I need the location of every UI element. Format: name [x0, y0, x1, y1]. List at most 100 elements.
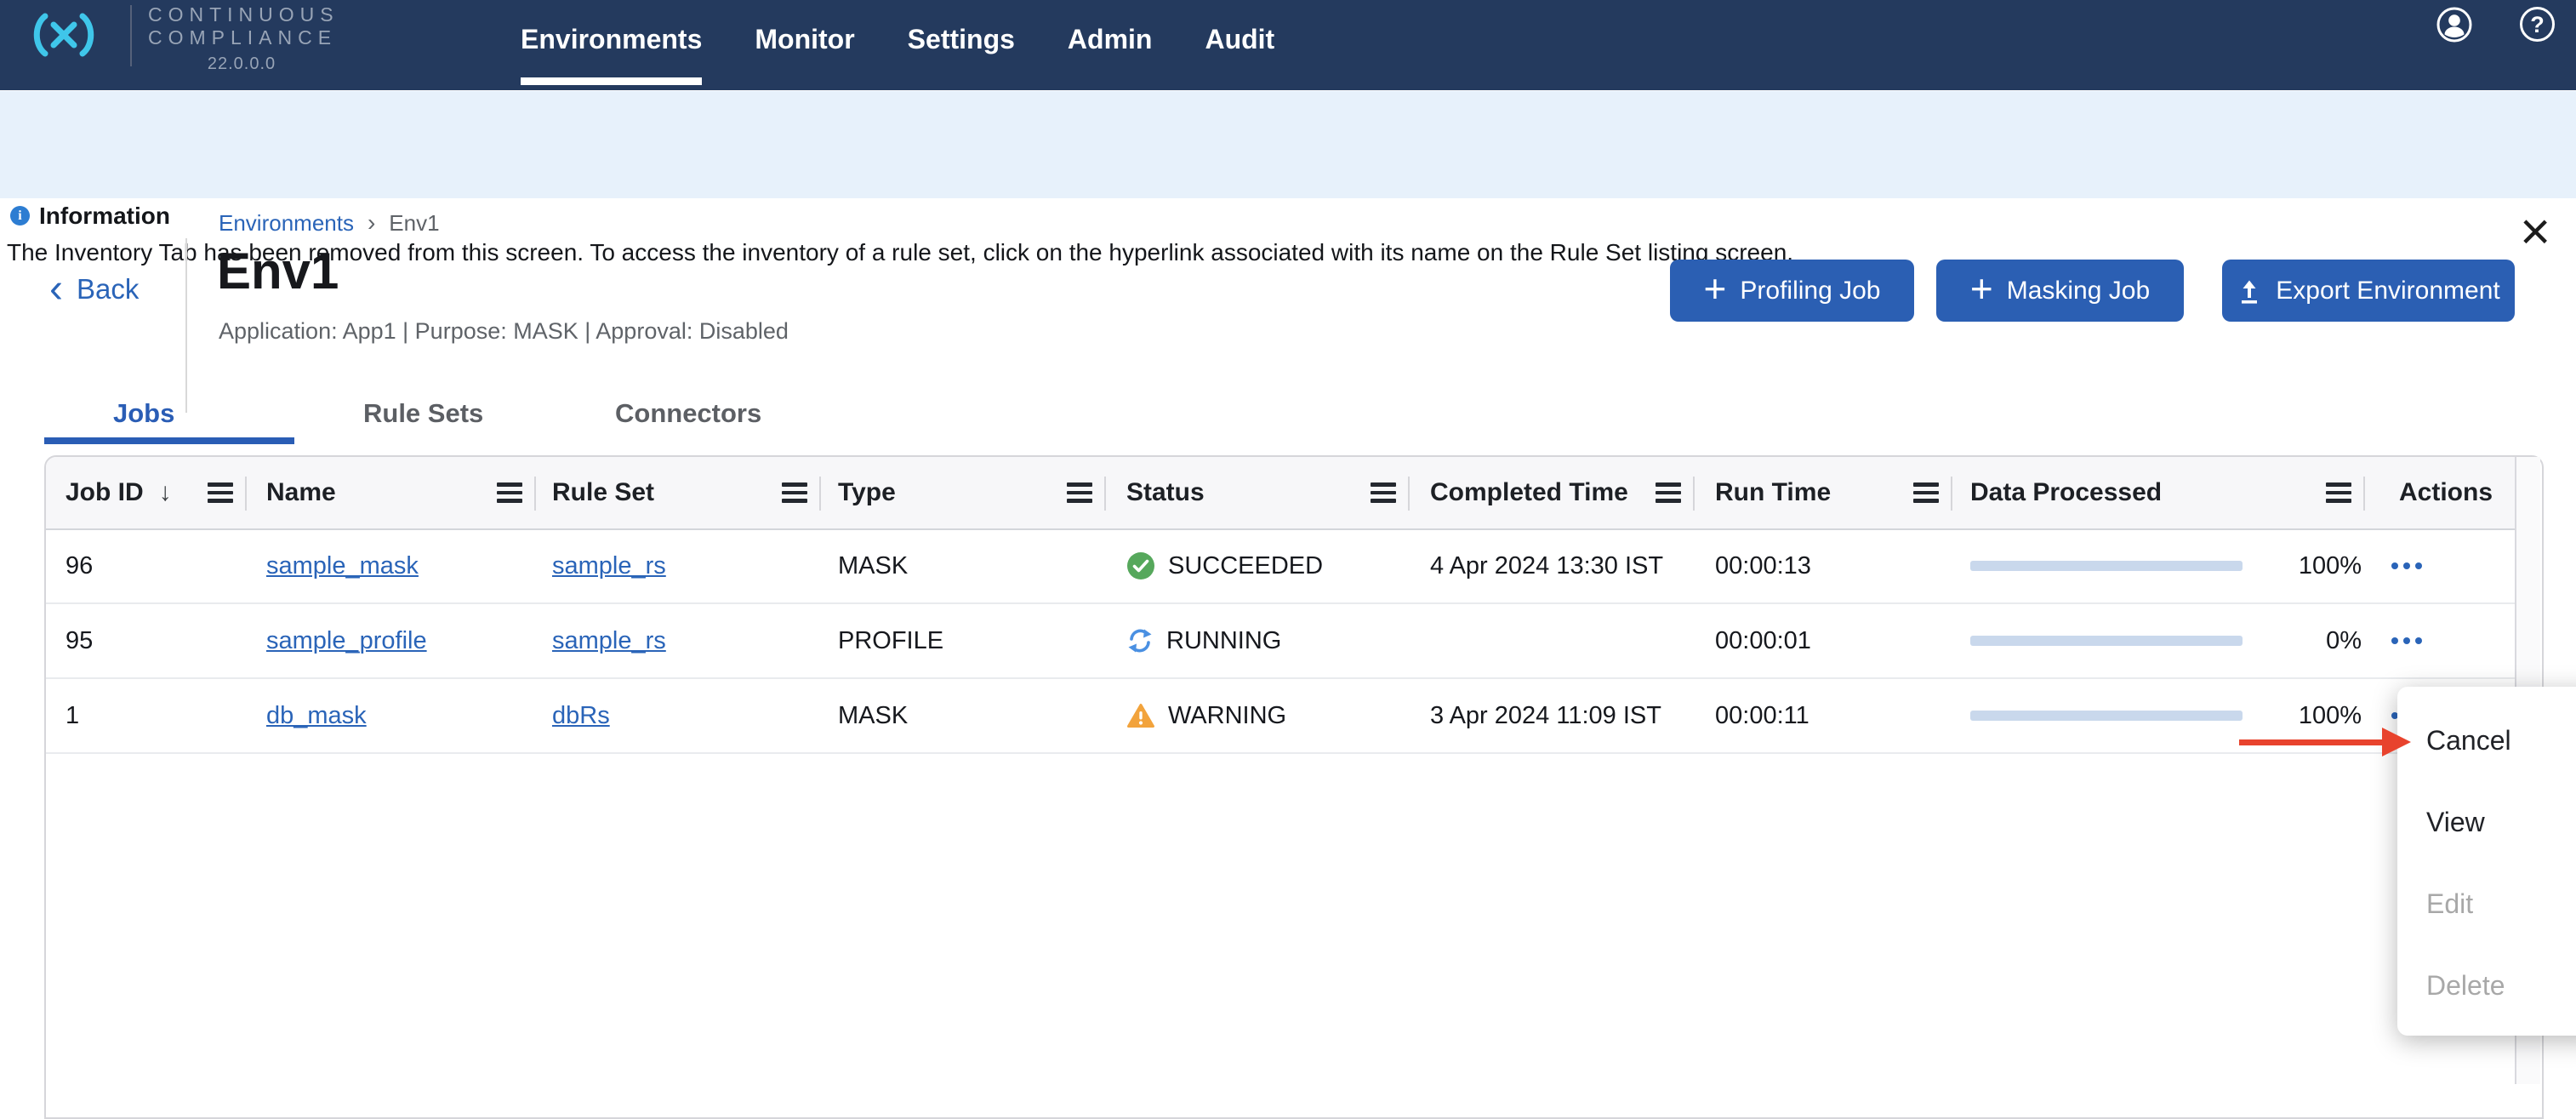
menu-item-delete: Delete — [2397, 945, 2576, 1026]
warning-triangle-icon — [1126, 703, 1155, 729]
chevron-left-icon: ‹ — [49, 271, 63, 308]
progress-bar — [1970, 561, 2243, 571]
column-header-rule-set: Rule Set — [536, 457, 821, 528]
rule-set-link[interactable]: sample_rs — [552, 552, 666, 580]
status-label: RUNNING — [1166, 627, 1281, 655]
column-header-actions: Actions — [2365, 457, 2515, 528]
row-actions-ellipsis-icon[interactable] — [2389, 637, 2425, 644]
profiling-job-button[interactable]: + Profiling Job — [1670, 260, 1914, 322]
progress-bar — [1970, 711, 2243, 721]
cell-type: PROFILE — [821, 604, 1106, 677]
cell-completed-time — [1410, 604, 1695, 677]
product-line1: CONTINUOUS — [148, 3, 335, 26]
sort-desc-icon[interactable]: ↓ — [159, 478, 172, 507]
column-menu-icon[interactable] — [782, 482, 807, 503]
column-header-status: Status — [1106, 457, 1410, 528]
cell-run-time: 00:00:11 — [1695, 679, 1952, 752]
column-header-type: Type — [821, 457, 1106, 528]
nav-admin[interactable]: Admin — [1068, 0, 1153, 90]
nav-monitor[interactable]: Monitor — [755, 0, 854, 90]
close-icon[interactable]: × — [2520, 208, 2550, 256]
masking-job-label: Masking Job — [2007, 277, 2150, 305]
product-line2: COMPLIANCE — [148, 26, 335, 49]
column-header-job-id: Job ID ↓ — [46, 457, 247, 528]
page-subtitle: Application: App1 | Purpose: MASK | Appr… — [219, 318, 789, 345]
masking-job-button[interactable]: + Masking Job — [1936, 260, 2184, 322]
table-row: 95 sample_profile sample_rs PROFILE RUNN… — [46, 604, 2515, 679]
running-sync-icon — [1126, 627, 1154, 654]
menu-item-view[interactable]: View — [2397, 781, 2576, 863]
table-header-row: Job ID ↓ Name Rule Set Type Status Compl… — [46, 457, 2515, 530]
column-menu-icon[interactable] — [1656, 482, 1681, 503]
product-name: CONTINUOUS COMPLIANCE 22.0.0.0 — [148, 3, 335, 74]
header-divider — [185, 238, 187, 413]
upload-icon — [2237, 277, 2262, 305]
chevron-right-icon: › — [368, 209, 375, 237]
column-menu-icon[interactable] — [208, 482, 233, 503]
status-label: WARNING — [1168, 702, 1286, 730]
table-row: 96 sample_mask sample_rs MASK SUCCEEDED … — [46, 529, 2515, 604]
progress-percent: 0% — [2326, 627, 2362, 655]
menu-item-edit: Edit — [2397, 863, 2576, 945]
cell-type: MASK — [821, 679, 1106, 752]
product-version: 22.0.0.0 — [148, 54, 335, 74]
user-account-icon[interactable] — [2436, 6, 2473, 48]
information-banner: i Information The Inventory Tab has been… — [0, 91, 2576, 198]
logo-x-icon[interactable] — [31, 2, 99, 72]
rule-set-link[interactable]: sample_rs — [552, 627, 666, 655]
breadcrumb: Environments › Env1 — [219, 209, 440, 237]
job-name-link[interactable]: db_mask — [266, 702, 367, 730]
cell-job-id: 96 — [46, 529, 247, 602]
column-menu-icon[interactable] — [497, 482, 522, 503]
logo-divider — [130, 5, 132, 66]
column-header-data-processed: Data Processed — [1952, 457, 2365, 528]
nav-environments[interactable]: Environments — [521, 0, 702, 90]
profiling-job-label: Profiling Job — [1740, 277, 1880, 305]
nav-audit[interactable]: Audit — [1205, 0, 1274, 90]
rule-set-link[interactable]: dbRs — [552, 702, 610, 730]
breadcrumb-current: Env1 — [389, 210, 439, 237]
annotation-arrow — [2239, 739, 2385, 745]
table-row: 1 db_mask dbRs MASK WARNING 3 Apr 2024 1… — [46, 679, 2515, 754]
column-header-run-time: Run Time — [1695, 457, 1952, 528]
column-menu-icon[interactable] — [1913, 482, 1939, 503]
banner-heading: Information — [39, 203, 170, 230]
main-nav: Environments Monitor Settings Admin Audi… — [521, 0, 1274, 90]
nav-settings[interactable]: Settings — [908, 0, 1015, 90]
cell-job-id: 1 — [46, 679, 247, 752]
export-environment-button[interactable]: Export Environment — [2222, 260, 2515, 322]
breadcrumb-environments[interactable]: Environments — [219, 210, 354, 237]
back-button[interactable]: ‹ Back — [49, 271, 139, 308]
tab-rule-sets[interactable]: Rule Sets — [363, 398, 483, 429]
job-name-link[interactable]: sample_mask — [266, 552, 419, 580]
page-title: Env1 — [217, 242, 339, 300]
status-label: SUCCEEDED — [1168, 552, 1323, 580]
job-name-link[interactable]: sample_profile — [266, 627, 427, 655]
back-label: Back — [77, 271, 139, 308]
row-actions-ellipsis-icon[interactable] — [2389, 562, 2425, 569]
tab-jobs[interactable]: Jobs — [113, 398, 174, 429]
plus-icon: + — [1704, 271, 1727, 305]
cell-run-time: 00:00:01 — [1695, 604, 1952, 677]
cell-type: MASK — [821, 529, 1106, 602]
column-menu-icon[interactable] — [1067, 482, 1092, 503]
cell-job-id: 95 — [46, 604, 247, 677]
export-environment-label: Export Environment — [2276, 277, 2499, 305]
info-icon: i — [10, 206, 30, 226]
progress-percent: 100% — [2299, 702, 2362, 730]
cell-completed-time: 4 Apr 2024 13:30 IST — [1410, 529, 1695, 602]
row-actions-context-menu: Cancel View Edit Delete — [2397, 687, 2576, 1036]
active-tab-underline — [44, 437, 294, 444]
top-bar: CONTINUOUS COMPLIANCE 22.0.0.0 Environme… — [0, 0, 2576, 90]
column-menu-icon[interactable] — [1371, 482, 1396, 503]
annotation-arrow-head — [2382, 728, 2411, 756]
cell-completed-time: 3 Apr 2024 11:09 IST — [1410, 679, 1695, 752]
success-check-icon — [1126, 551, 1155, 580]
column-menu-icon[interactable] — [2326, 482, 2351, 503]
tab-connectors[interactable]: Connectors — [615, 398, 761, 429]
menu-item-cancel[interactable]: Cancel — [2397, 699, 2576, 781]
cell-run-time: 00:00:13 — [1695, 529, 1952, 602]
column-header-name: Name — [247, 457, 536, 528]
column-header-completed-time: Completed Time — [1410, 457, 1695, 528]
help-icon[interactable]: ? — [2520, 7, 2555, 42]
